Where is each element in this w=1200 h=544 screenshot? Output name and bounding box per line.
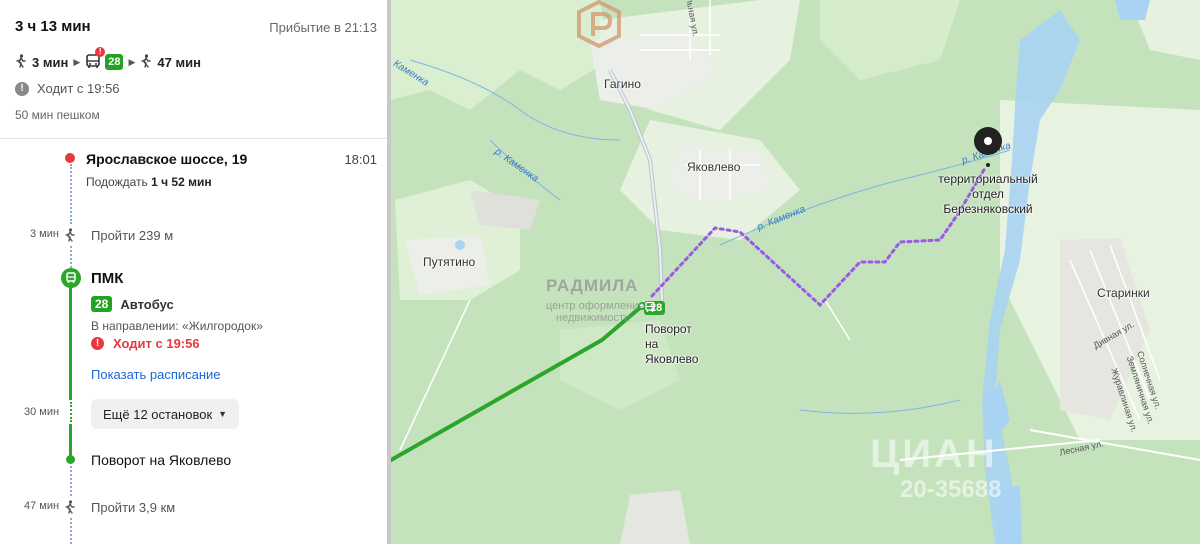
village-label[interactable]: Путятино [423, 255, 475, 269]
destination-line: Березняковский [943, 202, 1033, 216]
wait-label: Подождать [86, 175, 148, 189]
timeline-bus-line [69, 288, 72, 400]
destination-line: территориальный [938, 172, 1038, 186]
map-view[interactable]: РАДМИЛА центр оформления недвижимости ЦИ… [391, 0, 1200, 544]
walk-icon [64, 227, 76, 246]
alight-stop-marker [66, 455, 75, 464]
bus-line-info[interactable]: 28 Автобус [91, 296, 174, 312]
bus-number-badge: 28 [105, 54, 124, 70]
more-stops-button[interactable]: Ещё 12 остановок ▼ [91, 399, 240, 429]
realtor-logo [577, 0, 621, 48]
start-stop-name[interactable]: Ярославское шоссе, 19 [86, 151, 247, 167]
timeline-walk-line [70, 466, 72, 496]
map-canvas [391, 0, 1200, 544]
destination-line: отдел [972, 187, 1004, 201]
alert-icon: ! [95, 46, 106, 57]
realtor-sub2: недвижимости [556, 312, 631, 324]
show-schedule-link[interactable]: Показать расписание [91, 367, 221, 382]
destination-point [986, 163, 990, 167]
walk1-text: Пройти 239 м [91, 228, 174, 243]
timeline-bus-line [69, 424, 72, 456]
walk-icon [140, 53, 152, 71]
walk-icon [15, 53, 27, 71]
cian-watermark: ЦИАН [870, 432, 998, 476]
schedule-warning: ! Ходит с 19:56 [91, 336, 200, 351]
arrival-time: Прибытие в 21:13 [269, 20, 377, 35]
village-label[interactable]: Старинки [1097, 286, 1150, 300]
route-summary[interactable]: 3 мин ▶ ! 28 ▶ 47 мин [15, 46, 201, 72]
cian-number: 20-35688 [900, 476, 1002, 503]
walk2-text: Пройти 3,9 км [91, 500, 176, 515]
runs-from-text: Ходит с 19:56 [37, 81, 120, 96]
alight-stop-name[interactable]: Поворот на Яковлево [91, 452, 231, 468]
start-point-marker [65, 153, 75, 163]
realtor-name: РАДМИЛА [546, 276, 639, 295]
village-label[interactable]: Гагино [604, 77, 641, 91]
warning-text: Ходит с 19:56 [113, 336, 200, 351]
walk1-duration: 3 мин [32, 54, 69, 70]
bus-icon: ! [85, 46, 106, 72]
arrow-right-icon: ▶ [128, 56, 136, 67]
route-duration: 3 ч 13 мин [15, 18, 91, 35]
destination-pin-icon[interactable] [974, 127, 1002, 155]
map-stop-line: Яковлево [645, 352, 699, 366]
route-panel: 3 ч 13 мин Прибытие в 21:13 3 мин ▶ ! 28… [0, 0, 387, 544]
realtor-sub1: центр оформления [546, 300, 645, 312]
wait-info: Подождать 1 ч 52 мин [86, 175, 212, 189]
boarding-stop-name[interactable]: ПМК [91, 270, 123, 287]
more-stops-label: Ещё 12 остановок [103, 406, 213, 422]
runs-from-notice: ! Ходит с 19:56 [15, 81, 120, 96]
walking-alternative[interactable]: 50 мин пешком [15, 108, 100, 122]
bus-stop-icon [61, 268, 81, 288]
alert-icon: ! [91, 337, 104, 350]
map-stop-line: на [645, 337, 659, 351]
info-icon: ! [15, 81, 29, 96]
map-stop-label[interactable]: Поворот на Яковлево [645, 322, 698, 367]
walk2-duration: 47 мин [157, 54, 201, 70]
bus-icon [645, 301, 655, 312]
timeline-walk-line [70, 164, 72, 224]
caret-down-icon: ▼ [218, 409, 228, 419]
walk-icon [64, 499, 76, 518]
arrow-right-icon: ▶ [73, 56, 81, 67]
timeline-walk-line [70, 246, 72, 268]
divider [0, 138, 387, 139]
timeline-walk-line [70, 518, 72, 544]
village-label[interactable]: Яковлево [687, 160, 740, 174]
wait-duration: 1 ч 52 мин [151, 175, 212, 189]
map-stop-line: Поворот [645, 322, 692, 336]
start-time: 18:01 [344, 152, 377, 167]
ride-time: 30 мин [24, 406, 60, 418]
walk1-time: 3 мин [30, 228, 59, 240]
destination-label[interactable]: территориальный отдел Березняковский [918, 172, 1058, 217]
bus-number-badge: 28 [91, 296, 113, 312]
walk2-time: 47 мин [24, 500, 60, 512]
bus-direction: В направлении: «Жилгородок» [91, 319, 263, 333]
timeline-bus-dotted [70, 402, 72, 422]
map-bus-stop-marker[interactable]: 28 [644, 301, 666, 315]
bus-type: Автобус [120, 296, 174, 312]
